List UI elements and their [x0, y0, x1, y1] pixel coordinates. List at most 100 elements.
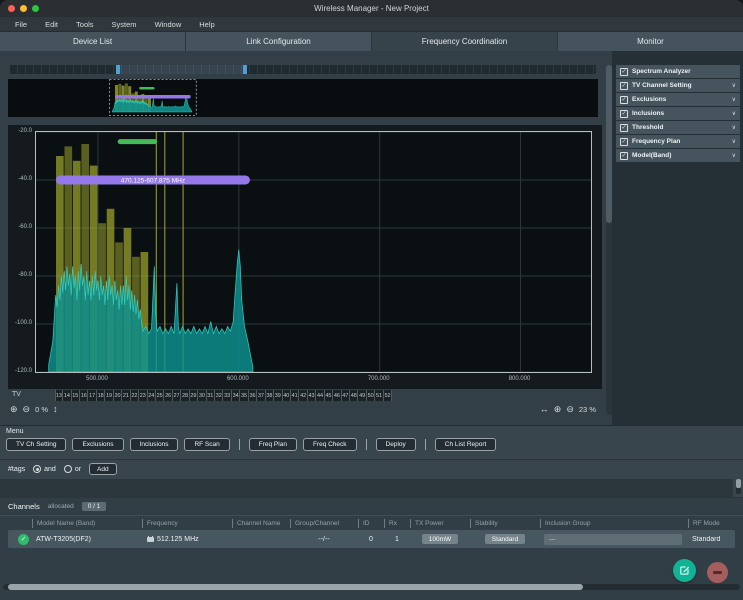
frequency-value: 512.125 MHz [157, 535, 199, 543]
sidebar-item-threshold[interactable]: ✓ Threshold ∨ [616, 121, 740, 134]
chevron-down-icon[interactable]: ∨ [732, 82, 736, 89]
zoom-in-horizontal-button[interactable]: ⊕ [554, 404, 562, 414]
checkbox-icon[interactable]: ✓ [620, 123, 628, 132]
cell-status: ✓ [8, 533, 32, 545]
tab-frequency-coordination[interactable]: Frequency Coordination [372, 32, 558, 51]
radio-icon[interactable] [63, 465, 72, 473]
button-ch-list-report[interactable]: Ch List Report [434, 438, 497, 451]
button-freq-check[interactable]: Freq Check [302, 438, 357, 451]
button-rf-scan[interactable]: RF Scan [184, 438, 230, 451]
vertical-range-icon[interactable]: ↕ [53, 404, 58, 414]
channels-title: Channels [8, 502, 40, 511]
column-rf-mode: RF Mode [688, 518, 734, 528]
zoom-out-horizontal-button[interactable]: ⊖ [566, 404, 574, 414]
radio-icon[interactable] [33, 465, 42, 473]
chevron-down-icon[interactable]: ∨ [732, 124, 736, 131]
menu-help[interactable]: Help [190, 20, 223, 29]
tv-channel-number: 22 [130, 390, 140, 401]
minimize-button[interactable] [20, 5, 27, 12]
button-tv-ch-setting[interactable]: TV Ch Setting [6, 438, 67, 451]
button-freq-plan[interactable]: Freq Plan [248, 438, 297, 451]
cell-stability: Standard [470, 534, 540, 544]
tab-monitor[interactable]: Monitor [558, 32, 743, 51]
tv-channel-number: 36 [248, 390, 258, 401]
tv-channel-strip: TV 13 14 15 16 17 18 19 20 21 22 23 24 25 26 27 28 29 30 3… [0, 389, 606, 402]
cell-id: 0 [369, 535, 373, 543]
menu-system[interactable]: System [103, 20, 146, 29]
chevron-down-icon[interactable]: ∨ [732, 110, 736, 117]
sidebar-item-model-band[interactable]: ✓ Model(Band) ∨ [616, 149, 740, 162]
checkbox-icon[interactable]: ✓ [620, 109, 628, 118]
tv-channel-number: 42 [299, 390, 308, 401]
button-inclusions[interactable]: Inclusions [129, 438, 179, 451]
tag-logic-or-radio[interactable]: or [63, 465, 81, 473]
menu-edit[interactable]: Edit [36, 20, 67, 29]
checkbox-icon[interactable]: ✓ [620, 137, 628, 146]
button-group-divider [365, 439, 367, 450]
scrollbar-thumb[interactable] [606, 65, 612, 223]
sidebar-item-exclusions[interactable]: ✓ Exclusions ∨ [616, 93, 740, 106]
zoom-controls: ⊕ ⊖ 0 % ↕ ↔ ⊕ ⊖ 23 % [0, 402, 606, 416]
checkbox-icon[interactable]: ✓ [620, 67, 628, 76]
tab-link-configuration[interactable]: Link Configuration [186, 32, 372, 51]
close-button[interactable] [8, 5, 15, 12]
menu-window[interactable]: Window [146, 20, 191, 29]
tags-scrollbar[interactable] [736, 479, 741, 494]
checkbox-icon[interactable]: ✓ [620, 81, 628, 90]
maximize-button[interactable] [32, 5, 39, 12]
tv-channel-number: 38 [265, 390, 275, 401]
allocated-label: allocated [47, 503, 74, 510]
table-horizontal-scrollbar[interactable] [3, 584, 740, 590]
frequency-coordination-content: 470.125-607.875 MHz -20.0 -40.0 -60.0 -80.0… [0, 51, 743, 425]
tv-channel-number: 39 [274, 390, 283, 401]
sidebar-item-inclusions[interactable]: ✓ Inclusions ∨ [616, 107, 740, 120]
sidebar-item-frequency-plan[interactable]: ✓ Frequency Plan ∨ [616, 135, 740, 148]
title-bar: Wireless Manager - New Project [0, 0, 743, 17]
tv-channel-number: 40 [282, 390, 291, 401]
tv-channel-number: 34 [231, 390, 241, 401]
cell-inclusion-group: --- [540, 533, 688, 545]
sidebar-item-label: Model(Band) [632, 152, 672, 159]
chevron-down-icon[interactable]: ∨ [732, 96, 736, 103]
spectrum-range-viewport[interactable] [116, 65, 248, 74]
remove-channel-button[interactable] [707, 562, 728, 583]
zoom-in-vertical-button[interactable]: ⊕ [10, 404, 18, 414]
tv-channel-number: 23 [139, 390, 148, 401]
add-tag-button[interactable]: Add [89, 463, 117, 475]
table-row[interactable]: ✓ ATW-T3205(DF2) 512.125 MHz --/-- 0 1 100mW St… [8, 530, 735, 548]
tv-channel-number: 47 [341, 390, 351, 401]
button-deploy[interactable]: Deploy [375, 438, 416, 451]
range-handle-right-icon[interactable] [243, 65, 248, 74]
chevron-down-icon[interactable]: ∨ [732, 138, 736, 145]
y-axis-tick-label: -40.0 [18, 176, 32, 182]
checkbox-icon[interactable]: ✓ [620, 151, 628, 160]
y-axis-tick-label: -80.0 [18, 272, 32, 278]
spectrum-area: 470.125-607.875 MHz -20.0 -40.0 -60.0 -80.0… [0, 51, 606, 425]
horizontal-range-icon[interactable]: ↔ [540, 404, 549, 414]
zoom-out-vertical-button[interactable]: ⊖ [23, 404, 31, 414]
scrollbar-thumb[interactable] [736, 479, 741, 488]
spectrum-overview[interactable] [8, 79, 598, 117]
menu-file[interactable]: File [6, 20, 36, 29]
edit-channel-button[interactable] [673, 559, 696, 582]
button-exclusions[interactable]: Exclusions [72, 438, 124, 451]
tab-device-list[interactable]: Device List [0, 32, 186, 51]
menu-tools[interactable]: Tools [67, 20, 103, 29]
sidebar-item-tv-channel-setting[interactable]: ✓ TV Channel Setting ∨ [616, 79, 740, 92]
spectrum-plot[interactable]: 470.125-607.875 MHz [35, 131, 592, 373]
edit-icon [680, 566, 690, 575]
app-window: Wireless Manager - New Project File Edit T… [0, 0, 743, 600]
table-header: Model Name (Band) Frequency Channel Name Gr… [0, 516, 743, 528]
checkbox-icon[interactable]: ✓ [620, 95, 628, 104]
tv-channel-number: 45 [324, 390, 334, 401]
sidebar-item-spectrum-analyzer[interactable]: ✓ Spectrum Analyzer [616, 65, 740, 78]
range-handle-left-icon[interactable] [116, 65, 121, 74]
inclusion-group-field[interactable]: --- [544, 533, 682, 545]
spectrum-range-scrollbar[interactable] [10, 65, 596, 74]
chevron-down-icon[interactable]: ∨ [732, 152, 736, 159]
sidebar-item-label: Exclusions [632, 96, 667, 103]
scrollbar-thumb[interactable] [8, 584, 583, 590]
content-vertical-scrollbar[interactable] [606, 65, 612, 415]
tag-logic-and-radio[interactable]: and [33, 465, 56, 473]
sidebar-item-label: Spectrum Analyzer [632, 68, 691, 75]
